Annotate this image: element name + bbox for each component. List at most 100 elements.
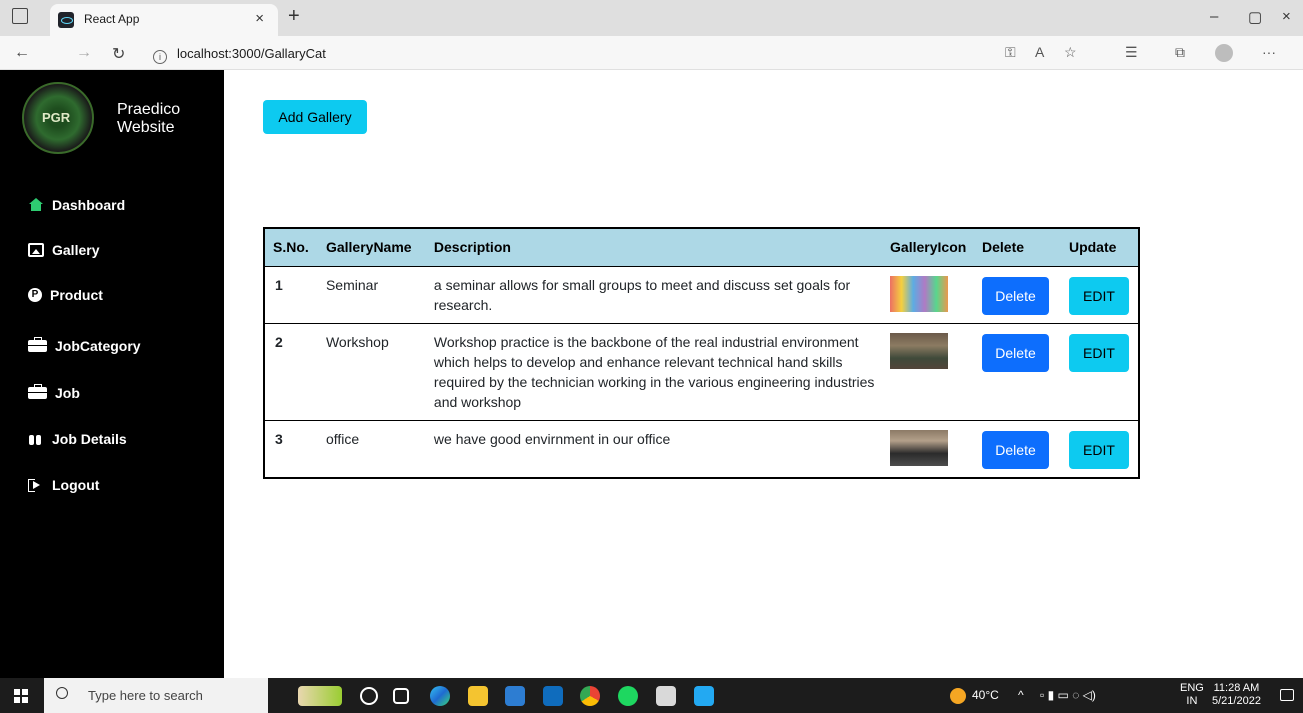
language-text: ENG — [1180, 682, 1204, 694]
address-bar: ← → ↻ i localhost:3000/GallaryCat ⚿ A ☆ ☰… — [0, 36, 1303, 70]
password-key-icon[interactable]: ⚿ — [1005, 44, 1016, 61]
sidebar-item-label: Job — [55, 385, 80, 401]
sidebar-item-logout[interactable]: Logout — [28, 477, 99, 493]
header-update: Update — [1062, 228, 1139, 267]
date-text: 5/21/2022 — [1212, 695, 1261, 707]
image-icon — [28, 243, 44, 257]
sidebar-item-label: Gallery — [52, 242, 100, 258]
sidebar-item-label: Product — [50, 287, 103, 303]
url-field[interactable]: i localhost:3000/GallaryCat — [153, 43, 993, 65]
delete-button[interactable]: Delete — [982, 276, 1050, 315]
url-text: localhost:3000/GallaryCat — [177, 46, 326, 61]
clock[interactable]: 11:28 AM 5/21/2022 — [1212, 682, 1261, 708]
sidebar-item-product[interactable]: P Product — [28, 287, 103, 303]
site-info-icon[interactable]: i — [153, 50, 167, 64]
search-icon — [56, 687, 68, 699]
delete-button[interactable]: Delete — [982, 430, 1050, 469]
cell-update: EDIT — [1062, 420, 1139, 478]
mail-icon[interactable] — [543, 686, 563, 706]
delete-button[interactable]: Delete — [982, 333, 1050, 372]
brand-title: Praedico Website — [117, 101, 180, 137]
briefcase-icon — [28, 384, 47, 399]
cell-sno: 1 — [264, 266, 320, 324]
taskbar-search-box[interactable]: Type here to search — [44, 678, 268, 713]
cell-gallery-name: office — [319, 420, 428, 478]
window-close-button[interactable]: × — [1282, 8, 1291, 25]
cell-delete: Delete — [976, 266, 1063, 324]
pgr-logo — [22, 82, 94, 154]
collections-icon[interactable]: ⧉ — [1175, 44, 1185, 61]
cell-delete: Delete — [976, 420, 1063, 478]
read-aloud-icon[interactable]: A — [1035, 44, 1044, 60]
refresh-icon[interactable]: ↻ — [112, 44, 125, 64]
task-view-icon[interactable] — [393, 688, 409, 704]
add-favorite-icon[interactable]: ☆ — [1064, 44, 1077, 61]
header-gallery-icon: GalleryIcon — [884, 228, 977, 267]
weather-sun-icon[interactable] — [950, 688, 966, 704]
windows-start-icon[interactable] — [14, 689, 28, 703]
cell-gallery-icon — [884, 266, 977, 324]
minimize-button[interactable]: – — [1210, 8, 1218, 25]
sidebar-item-jobcategory[interactable]: JobCategory — [28, 337, 141, 354]
table-row: 2 Workshop Workshop practice is the back… — [264, 323, 1139, 421]
gallery-table: S.No. GalleryName Description GalleryIco… — [263, 227, 1140, 479]
show-hidden-icons-icon[interactable]: ^ — [1018, 688, 1024, 702]
binoculars-icon — [28, 432, 44, 446]
header-gallery-name: GalleryName — [319, 228, 428, 267]
table-header-row: S.No. GalleryName Description GalleryIco… — [264, 228, 1139, 267]
home-icon — [28, 198, 44, 212]
system-tray-icons[interactable]: ▫ ▮ ▭ ◌ ◁) — [1040, 688, 1096, 702]
edit-button[interactable]: EDIT — [1068, 430, 1129, 469]
browser-tab[interactable]: React App × — [50, 4, 278, 36]
sidebar-item-label: JobCategory — [55, 338, 141, 354]
table-row: 1 Seminar a seminar allows for small gro… — [264, 266, 1139, 324]
more-menu-icon[interactable]: ··· — [1262, 44, 1276, 60]
cell-gallery-icon — [884, 323, 977, 421]
notifications-icon[interactable] — [1280, 689, 1294, 701]
new-tab-button[interactable]: + — [288, 5, 300, 28]
brand-line-1: Praedico — [117, 101, 181, 118]
notepad-icon[interactable] — [656, 686, 676, 706]
cell-sno: 2 — [264, 323, 320, 421]
region-text: IN — [1186, 695, 1198, 707]
language-indicator[interactable]: ENG IN — [1180, 682, 1204, 708]
header-delete: Delete — [976, 228, 1063, 267]
add-gallery-button[interactable]: Add Gallery — [263, 100, 367, 134]
profile-avatar[interactable] — [1215, 44, 1233, 62]
chrome-icon[interactable] — [580, 686, 600, 706]
forward-icon[interactable]: → — [76, 44, 92, 62]
sidebar-item-label: Logout — [52, 477, 100, 493]
browser-tab-bar: React App × + – ▢ × — [0, 0, 1303, 36]
logout-icon — [28, 478, 44, 492]
tab-actions-icon[interactable] — [12, 8, 28, 24]
tab-close-icon[interactable]: × — [255, 10, 264, 27]
widget-tile-icon[interactable] — [298, 686, 342, 706]
sidebar-item-dashboard[interactable]: Dashboard — [28, 197, 125, 213]
favorites-icon[interactable]: ☰ — [1125, 44, 1138, 61]
cell-description: Workshop practice is the backbone of the… — [427, 323, 885, 421]
sidebar-item-gallery[interactable]: Gallery — [28, 242, 99, 258]
spotify-icon[interactable] — [618, 686, 638, 706]
edit-button[interactable]: EDIT — [1068, 276, 1129, 315]
file-explorer-icon[interactable] — [468, 686, 488, 706]
edge-browser-icon[interactable] — [430, 686, 450, 706]
cell-update: EDIT — [1062, 323, 1139, 421]
sidebar-item-job-details[interactable]: Job Details — [28, 431, 127, 447]
cell-delete: Delete — [976, 323, 1063, 421]
vscode-icon[interactable] — [694, 686, 714, 706]
sidebar-item-label: Job Details — [52, 431, 127, 447]
maximize-button[interactable]: ▢ — [1248, 8, 1262, 26]
sidebar-item-job[interactable]: Job — [28, 384, 80, 401]
header-sno: S.No. — [264, 228, 320, 267]
cell-update: EDIT — [1062, 266, 1139, 324]
cell-description: we have good envirnment in our office — [427, 420, 885, 478]
time-text: 11:28 AM — [1213, 682, 1260, 694]
edit-button[interactable]: EDIT — [1068, 333, 1129, 372]
cell-gallery-name: Workshop — [319, 323, 428, 421]
office-thumbnail — [890, 429, 949, 466]
briefcase-icon — [28, 337, 47, 352]
cortana-icon[interactable] — [360, 687, 378, 705]
back-icon[interactable]: ← — [14, 44, 30, 62]
cell-gallery-icon — [884, 420, 977, 478]
store-icon[interactable] — [505, 686, 525, 706]
